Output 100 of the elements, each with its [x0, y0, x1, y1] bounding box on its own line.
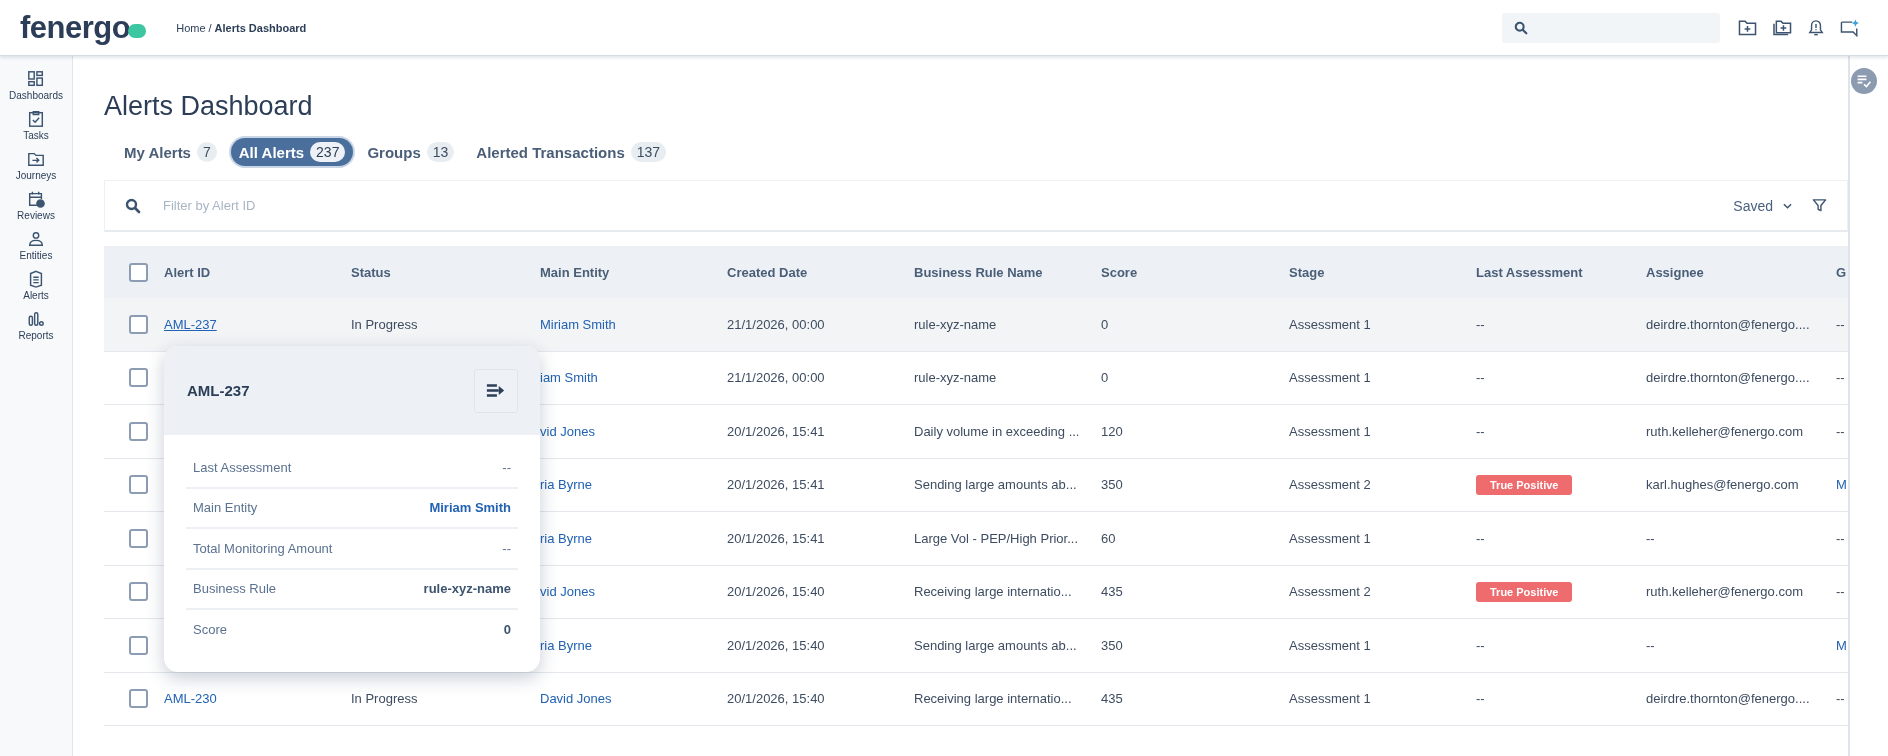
tab[interactable]: Alerted Transactions 137	[468, 138, 675, 166]
folder-plus-icon[interactable]	[1773, 19, 1792, 36]
table-cell: 0	[1101, 370, 1109, 386]
entity-link[interactable]: iam Smith	[540, 370, 598, 386]
entity-link[interactable]: vid Jones	[540, 584, 595, 600]
entity-link[interactable]: ria Byrne	[540, 477, 593, 493]
checklist-icon	[1856, 73, 1872, 89]
status-badge: True Positive	[1476, 474, 1573, 495]
sidebar-item[interactable]: Entities	[19, 230, 53, 261]
table-cell: --	[1836, 530, 1845, 546]
column-header[interactable]: Main Entity	[540, 264, 727, 280]
field-value: --	[502, 540, 511, 556]
reviews-icon	[27, 190, 45, 208]
table-cell: --	[1476, 316, 1485, 332]
table-link[interactable]: M	[1836, 637, 1847, 653]
column-header[interactable]: Score	[1101, 264, 1289, 280]
entity-link[interactable]: Miriam Smith	[540, 316, 616, 332]
sidebar-item[interactable]: Journeys	[15, 150, 57, 181]
breadcrumb-link[interactable]: Home	[176, 21, 206, 34]
table-cell: --	[1836, 691, 1845, 707]
column-header[interactable]: G	[1836, 264, 1848, 280]
table-cell: Receiving large internatio...	[914, 584, 1072, 600]
sidebar-item[interactable]: Reviews	[17, 190, 55, 221]
bell-icon[interactable]	[1808, 18, 1824, 37]
tab[interactable]: Groups 13	[359, 138, 463, 166]
table-cell: 20/1/2026, 15:40	[727, 691, 825, 707]
breadcrumb-current: Alerts Dashboard	[214, 21, 307, 34]
column-header[interactable]: Business Rule Name	[914, 264, 1101, 280]
breadcrumb-separator: /	[208, 21, 212, 34]
alert-id-link[interactable]: AML-237	[164, 316, 217, 332]
table-cell: 435	[1101, 584, 1123, 600]
row-checkbox[interactable]	[128, 368, 148, 388]
table-cell: Sending large amounts ab...	[914, 477, 1077, 493]
entity-link[interactable]: David Jones	[540, 691, 612, 707]
tab[interactable]: My Alerts 7	[116, 138, 225, 166]
saved-dropdown[interactable]: Saved	[1727, 196, 1798, 215]
open-details-button[interactable]	[474, 368, 518, 413]
table-cell: deirdre.thornton@fenergo....	[1646, 691, 1810, 707]
row-checkbox[interactable]	[128, 528, 148, 548]
column-header[interactable]: Assignee	[1646, 264, 1836, 280]
folder-plus-icon[interactable]	[1738, 19, 1757, 36]
table-cell: ruth.kelleher@fenergo.com	[1646, 423, 1803, 439]
field-label: Total Monitoring Amount	[193, 540, 333, 556]
column-header[interactable]: Created Date	[727, 264, 914, 280]
field-label: Last Assessment	[193, 459, 292, 475]
column-header[interactable]: Last Assessment	[1476, 264, 1646, 280]
search-field[interactable]	[1502, 12, 1720, 43]
table-link[interactable]: M	[1836, 477, 1847, 493]
table-cell: --	[1476, 637, 1485, 653]
select-all-checkbox[interactable]	[128, 262, 148, 282]
field-label: Score	[193, 621, 227, 637]
entity-link[interactable]: ria Byrne	[540, 637, 593, 653]
table-cell: In Progress	[351, 316, 418, 332]
popover-title: AML-237	[187, 382, 250, 399]
checklist-button[interactable]	[1851, 68, 1877, 94]
filter-field[interactable]: Filter by Alert ID Saved	[104, 180, 1848, 232]
row-checkbox[interactable]	[128, 635, 148, 655]
column-header[interactable]: Status	[351, 264, 540, 280]
row-checkbox[interactable]	[128, 475, 148, 495]
table-row[interactable]: AML-237 In Progress Miriam Smith 21/1/2026, 00:00 rule-xyz-name 0 Assessment 1 -- deirdre.thornton@fenergo.... --	[104, 298, 1848, 352]
entity-link[interactable]: ria Byrne	[540, 530, 593, 546]
table-cell: --	[1476, 530, 1485, 546]
table-cell: Assessment 2	[1289, 584, 1371, 600]
table-cell: 60	[1101, 530, 1116, 546]
table-cell: In Progress	[351, 691, 418, 707]
logo[interactable]: fenergo	[20, 9, 147, 46]
table-cell: --	[1646, 530, 1655, 546]
row-checkbox[interactable]	[128, 582, 148, 602]
entities-icon	[27, 230, 45, 248]
tasks-icon	[27, 110, 45, 128]
sidebar-item[interactable]: Reports	[18, 310, 54, 341]
table-cell: --	[1836, 316, 1845, 332]
sidebar-item[interactable]: Tasks	[23, 110, 49, 141]
alert-id-link[interactable]: AML-230	[164, 691, 217, 707]
filter-icon[interactable]	[1812, 198, 1827, 213]
status-badge: True Positive	[1476, 581, 1573, 602]
sidebar-item[interactable]: Alerts	[23, 270, 49, 301]
dashboards-icon	[27, 70, 45, 88]
field-value: rule-xyz-name	[423, 581, 511, 597]
row-checkbox[interactable]	[128, 689, 148, 709]
column-header[interactable]: Stage	[1289, 264, 1476, 280]
field-label: Business Rule	[193, 581, 277, 597]
column-header[interactable]: Alert ID	[164, 264, 351, 280]
table-cell: Daily volume in exceeding ...	[914, 423, 1080, 439]
table-cell: 20/1/2026, 15:41	[727, 477, 825, 493]
sidebar-item[interactable]: Dashboards	[9, 70, 63, 101]
row-checkbox[interactable]	[128, 314, 148, 334]
table-cell: Large Vol - PEP/High Prior...	[914, 530, 1079, 546]
entity-link[interactable]: vid Jones	[540, 423, 595, 439]
table-cell: ruth.kelleher@fenergo.com	[1646, 584, 1803, 600]
row-checkbox[interactable]	[128, 421, 148, 441]
tab[interactable]: All Alerts 237	[230, 138, 354, 166]
table-cell: 21/1/2026, 00:00	[727, 316, 825, 332]
table-cell: Assessment 1	[1289, 316, 1371, 332]
table-cell: 350	[1101, 477, 1123, 493]
table-cell: Assessment 1	[1289, 370, 1371, 386]
table-cell: --	[1476, 423, 1485, 439]
message-icon[interactable]	[1840, 18, 1860, 37]
table-cell: 20/1/2026, 15:40	[727, 584, 825, 600]
table-cell: 0	[1101, 316, 1109, 332]
